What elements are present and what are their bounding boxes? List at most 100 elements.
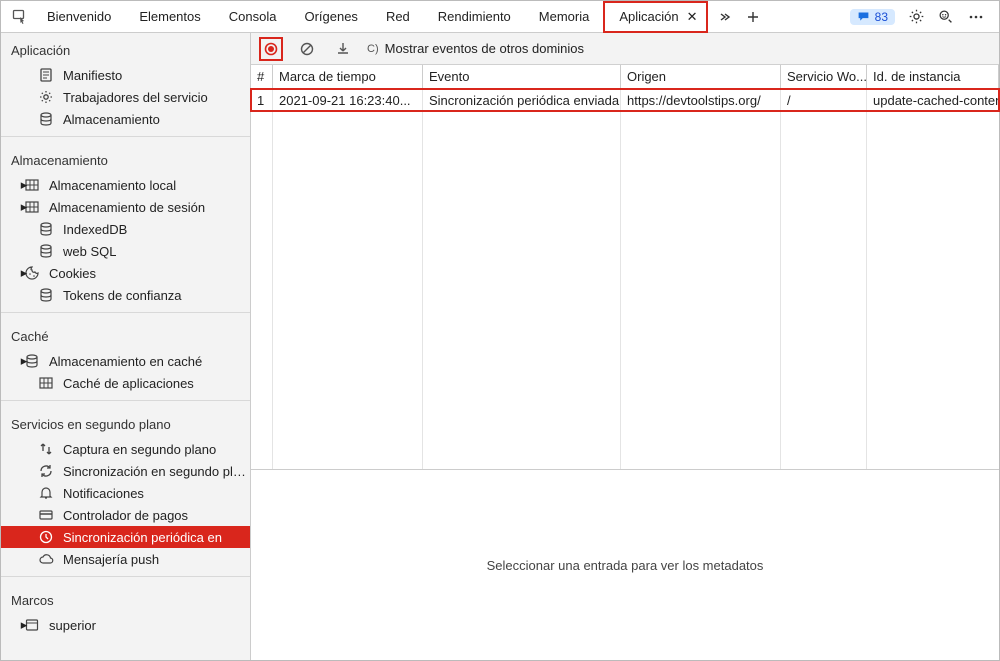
bell-icon bbox=[37, 484, 55, 502]
tab-memoria[interactable]: Memoria bbox=[525, 1, 604, 33]
tab-label: Red bbox=[386, 9, 410, 24]
tab-label: Consola bbox=[229, 9, 277, 24]
sidebar-item-label: Sincronización periódica en bbox=[63, 530, 222, 545]
sidebar-item-push[interactable]: Mensajería push bbox=[1, 548, 250, 570]
tab-aplicacion[interactable]: Aplicación ✕ bbox=[603, 1, 707, 33]
cell-timestamp: 2021-09-21 16:23:40... bbox=[273, 89, 423, 111]
expand-icon[interactable]: ▸ bbox=[19, 353, 29, 369]
cell-instance: update-cached-content bbox=[867, 89, 999, 111]
sidebar-item-label: Tokens de confianza bbox=[63, 288, 182, 303]
sidebar-item-label: superior bbox=[49, 618, 96, 633]
tab-label: Bienvenido bbox=[47, 9, 111, 24]
section-title-cache: Caché bbox=[1, 319, 250, 350]
sidebar-item-cookies[interactable]: ▸ Cookies bbox=[1, 262, 250, 284]
sidebar-item-label: Captura en segundo plano bbox=[63, 442, 216, 457]
checkbox-hint: C) bbox=[367, 43, 379, 55]
sync-icon bbox=[37, 462, 55, 480]
th-instance[interactable]: Id. de instancia bbox=[867, 65, 999, 88]
inspect-icon[interactable] bbox=[7, 9, 33, 25]
settings-icon[interactable] bbox=[907, 8, 925, 26]
section-title-storage: Almacenamiento bbox=[1, 143, 250, 174]
sidebar-item-label: Trabajadores del servicio bbox=[63, 90, 208, 105]
gear-icon bbox=[37, 88, 55, 106]
db-icon bbox=[37, 220, 55, 238]
sidebar-item-label: Cookies bbox=[49, 266, 96, 281]
sidebar-item-manifest[interactable]: Manifiesto bbox=[1, 64, 250, 86]
events-toolbar: C) Mostrar eventos de otros dominios bbox=[251, 33, 999, 65]
sidebar-item-payment[interactable]: Controlador de pagos bbox=[1, 504, 250, 526]
db-icon bbox=[37, 110, 55, 128]
sidebar-item-periodic-sync[interactable]: Sincronización periódica en bbox=[1, 526, 250, 548]
th-origin[interactable]: Origen bbox=[621, 65, 781, 88]
issues-badge[interactable]: 83 bbox=[850, 9, 895, 25]
sidebar-item-service-workers[interactable]: Trabajadores del servicio bbox=[1, 86, 250, 108]
sidebar-item-session-storage[interactable]: ▸ Almacenamiento de sesión bbox=[1, 196, 250, 218]
record-button[interactable] bbox=[259, 37, 283, 61]
sidebar-item-bg-sync[interactable]: Sincronización en segundo plano bbox=[1, 460, 250, 482]
db-icon bbox=[37, 286, 55, 304]
sidebar-item-local-storage[interactable]: ▸ Almacenamiento local bbox=[1, 174, 250, 196]
sidebar-item-indexeddb[interactable]: IndexedDB bbox=[1, 218, 250, 240]
sidebar-item-label: Caché de aplicaciones bbox=[63, 376, 194, 391]
tab-label: Orígenes bbox=[304, 9, 357, 24]
more-tabs-icon[interactable] bbox=[716, 8, 734, 26]
more-icon[interactable] bbox=[967, 8, 985, 26]
tab-label: Elementos bbox=[139, 9, 200, 24]
th-sw[interactable]: Servicio Wo... bbox=[781, 65, 867, 88]
show-other-domains-checkbox[interactable]: C) Mostrar eventos de otros dominios bbox=[367, 41, 584, 56]
sidebar-item-label: Almacenamiento de sesión bbox=[49, 200, 205, 215]
sidebar-item-label: Manifiesto bbox=[63, 68, 122, 83]
feedback-icon[interactable] bbox=[937, 8, 955, 26]
table-row[interactable]: 1 2021-09-21 16:23:40... Sincronización … bbox=[251, 89, 999, 111]
cell-sw: / bbox=[781, 89, 867, 111]
cloud-icon bbox=[37, 550, 55, 568]
tab-label: Rendimiento bbox=[438, 9, 511, 24]
sidebar-item-trust-tokens[interactable]: Tokens de confianza bbox=[1, 284, 250, 306]
events-table-header: # Marca de tiempo Evento Origen Servicio… bbox=[251, 65, 999, 89]
section-title-frames: Marcos bbox=[1, 583, 250, 614]
db-icon bbox=[37, 242, 55, 260]
sidebar-item-label: Controlador de pagos bbox=[63, 508, 188, 523]
sidebar-item-label: IndexedDB bbox=[63, 222, 127, 237]
th-index[interactable]: # bbox=[251, 65, 273, 88]
close-icon[interactable]: ✕ bbox=[687, 9, 698, 25]
sidebar-item-websql[interactable]: web SQL bbox=[1, 240, 250, 262]
sidebar-item-app-cache[interactable]: Caché de aplicaciones bbox=[1, 372, 250, 394]
sidebar-item-label: Almacenamiento bbox=[63, 112, 160, 127]
checkbox-label: Mostrar eventos de otros dominios bbox=[385, 41, 584, 56]
cell-event: Sincronización periódica enviada bbox=[423, 89, 621, 111]
sidebar-item-label: Almacenamiento local bbox=[49, 178, 176, 193]
expand-icon[interactable]: ▸ bbox=[19, 177, 29, 193]
th-event[interactable]: Evento bbox=[423, 65, 621, 88]
sidebar-item-label: Almacenamiento en caché bbox=[49, 354, 202, 369]
sidebar-item-label: Notificaciones bbox=[63, 486, 144, 501]
tab-consola[interactable]: Consola bbox=[215, 1, 291, 33]
clock-icon bbox=[37, 528, 55, 546]
expand-icon[interactable]: ▸ bbox=[19, 617, 29, 633]
events-table-body: 1 2021-09-21 16:23:40... Sincronización … bbox=[251, 89, 999, 470]
application-sidebar: Aplicación Manifiesto Trabajadores del s… bbox=[1, 33, 251, 660]
tab-bienvenido[interactable]: Bienvenido bbox=[33, 1, 125, 33]
content-pane: C) Mostrar eventos de otros dominios # M… bbox=[251, 33, 999, 660]
save-button[interactable] bbox=[331, 37, 355, 61]
expand-icon[interactable]: ▸ bbox=[19, 199, 29, 215]
clear-button[interactable] bbox=[295, 37, 319, 61]
sidebar-item-bg-fetch[interactable]: Captura en segundo plano bbox=[1, 438, 250, 460]
card-icon bbox=[37, 506, 55, 524]
tab-rendimiento[interactable]: Rendimiento bbox=[424, 1, 525, 33]
detail-placeholder-text: Seleccionar una entrada para ver los met… bbox=[487, 558, 764, 573]
sidebar-item-cache-storage[interactable]: ▸ Almacenamiento en caché bbox=[1, 350, 250, 372]
tab-label: Aplicación bbox=[619, 9, 678, 24]
devtools-tabbar: Bienvenido Elementos Consola Orígenes Re… bbox=[1, 1, 999, 33]
tab-origenes[interactable]: Orígenes bbox=[290, 1, 371, 33]
expand-icon[interactable]: ▸ bbox=[19, 265, 29, 281]
issues-count: 83 bbox=[875, 10, 888, 24]
th-timestamp[interactable]: Marca de tiempo bbox=[273, 65, 423, 88]
tab-elementos[interactable]: Elementos bbox=[125, 1, 214, 33]
sidebar-item-notifications[interactable]: Notificaciones bbox=[1, 482, 250, 504]
sidebar-item-storage[interactable]: Almacenamiento bbox=[1, 108, 250, 130]
section-title-app: Aplicación bbox=[1, 33, 250, 64]
sidebar-item-frame-top[interactable]: ▸ superior bbox=[1, 614, 250, 636]
tab-red[interactable]: Red bbox=[372, 1, 424, 33]
add-tab-icon[interactable] bbox=[744, 8, 762, 26]
